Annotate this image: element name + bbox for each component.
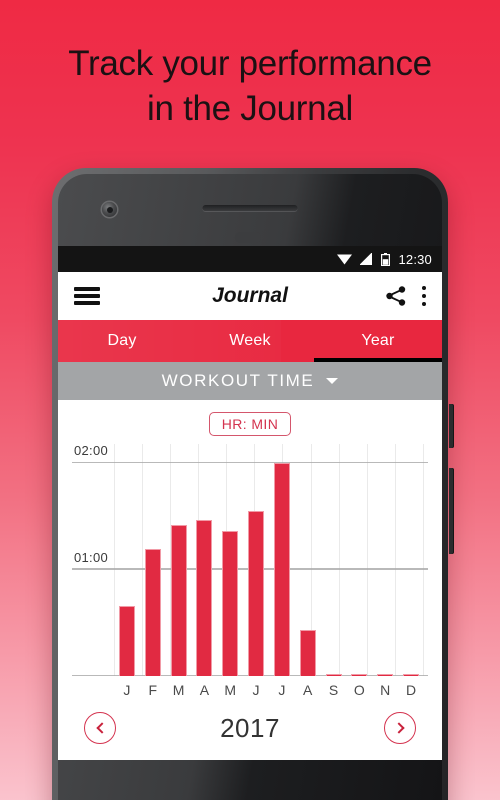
x-label-december: D [405, 682, 417, 698]
x-label-august: A [303, 682, 313, 698]
chevron-right-icon [392, 722, 405, 734]
battery-icon [381, 252, 391, 266]
share-icon[interactable] [385, 285, 407, 307]
bar-slot[interactable] [398, 444, 424, 676]
x-label-may: M [224, 682, 237, 698]
headline-line-2: in the Journal [147, 88, 353, 128]
next-year-button[interactable] [384, 712, 416, 744]
x-label-april: A [199, 682, 210, 698]
current-year: 2017 [220, 712, 280, 743]
bar-june[interactable] [248, 511, 265, 676]
bar-slot[interactable] [114, 444, 140, 676]
bar-january[interactable] [118, 605, 135, 676]
chevron-left-icon [95, 722, 108, 734]
x-label-june: J [252, 682, 260, 698]
y-axis-label-2h: 02:00 [74, 443, 109, 459]
bar-slot[interactable] [346, 444, 372, 676]
metric-selector[interactable]: WORKOUT TIME [58, 362, 442, 400]
chevron-down-icon [326, 378, 339, 384]
year-navigation: 2017 [58, 698, 442, 760]
x-label-february: F [148, 682, 158, 698]
bar-september[interactable] [325, 673, 342, 676]
bar-august[interactable] [299, 630, 316, 676]
x-label-march: M [172, 682, 185, 698]
front-camera-icon [102, 202, 117, 217]
signal-icon [360, 253, 373, 265]
bar-slot[interactable] [372, 444, 398, 676]
bar-july[interactable] [273, 463, 290, 676]
period-tabs: Day Week Year [58, 320, 442, 362]
x-label-july: J [278, 682, 286, 698]
tab-week[interactable]: Week [186, 320, 314, 362]
hamburger-menu-icon[interactable] [74, 287, 100, 305]
bar-march[interactable] [170, 524, 187, 676]
x-label-october: O [353, 682, 365, 698]
bar-series [114, 444, 424, 676]
x-label-january: J [123, 682, 131, 698]
bar-april[interactable] [196, 519, 213, 676]
proximity-sensor [234, 232, 261, 243]
promo-headline: Track your performance in the Journal [0, 42, 500, 132]
x-label-september: S [328, 682, 339, 698]
phone-top-bezel [58, 174, 442, 246]
unit-badge: HR: MIN [208, 412, 292, 436]
bar-slot[interactable] [140, 444, 166, 676]
bar-slot[interactable] [217, 444, 243, 676]
bar-december[interactable] [403, 673, 420, 676]
chart-badge-row: HR: MIN [58, 412, 442, 436]
bar-october[interactable] [351, 673, 368, 676]
app-bar-actions [385, 285, 426, 307]
power-button[interactable] [449, 404, 454, 448]
bar-may[interactable] [222, 531, 239, 676]
bar-slot[interactable] [295, 444, 321, 676]
headline-line-1: Track your performance [68, 44, 432, 83]
bar-slot[interactable] [321, 444, 347, 676]
phone-mockup: 12:30 Journal Day Week Year WORKOUT TIME… [52, 168, 454, 800]
earpiece-speaker [202, 205, 298, 211]
x-axis-labels: JFMAMJJASOND [72, 682, 428, 698]
bar-slot[interactable] [191, 444, 217, 676]
tab-year[interactable]: Year [314, 320, 442, 362]
wifi-icon [337, 254, 353, 265]
bar-slot[interactable] [166, 444, 192, 676]
phone-body: 12:30 Journal Day Week Year WORKOUT TIME… [58, 174, 442, 800]
y-axis-label-1h: 01:00 [74, 549, 109, 565]
volume-button[interactable] [449, 468, 454, 554]
previous-year-button[interactable] [84, 712, 116, 744]
overflow-menu-icon[interactable] [421, 286, 426, 306]
status-icons [337, 252, 391, 266]
status-clock: 12:30 [398, 251, 432, 267]
bar-slot[interactable] [243, 444, 269, 676]
page-title: Journal [212, 284, 288, 307]
app-bar: Journal [58, 272, 442, 320]
bar-november[interactable] [377, 673, 394, 676]
status-bar: 12:30 [58, 246, 442, 272]
chart-card: HR: MIN 02:00 01:00 JFMAMJJASOND [58, 400, 442, 698]
phone-screen: 12:30 Journal Day Week Year WORKOUT TIME… [58, 246, 442, 760]
bar-chart-plot: 02:00 01:00 [72, 443, 428, 676]
x-label-november: N [380, 682, 391, 698]
metric-selector-label: WORKOUT TIME [161, 371, 315, 390]
bar-february[interactable] [144, 549, 161, 676]
tab-day[interactable]: Day [58, 320, 186, 362]
bar-slot[interactable] [269, 444, 295, 676]
